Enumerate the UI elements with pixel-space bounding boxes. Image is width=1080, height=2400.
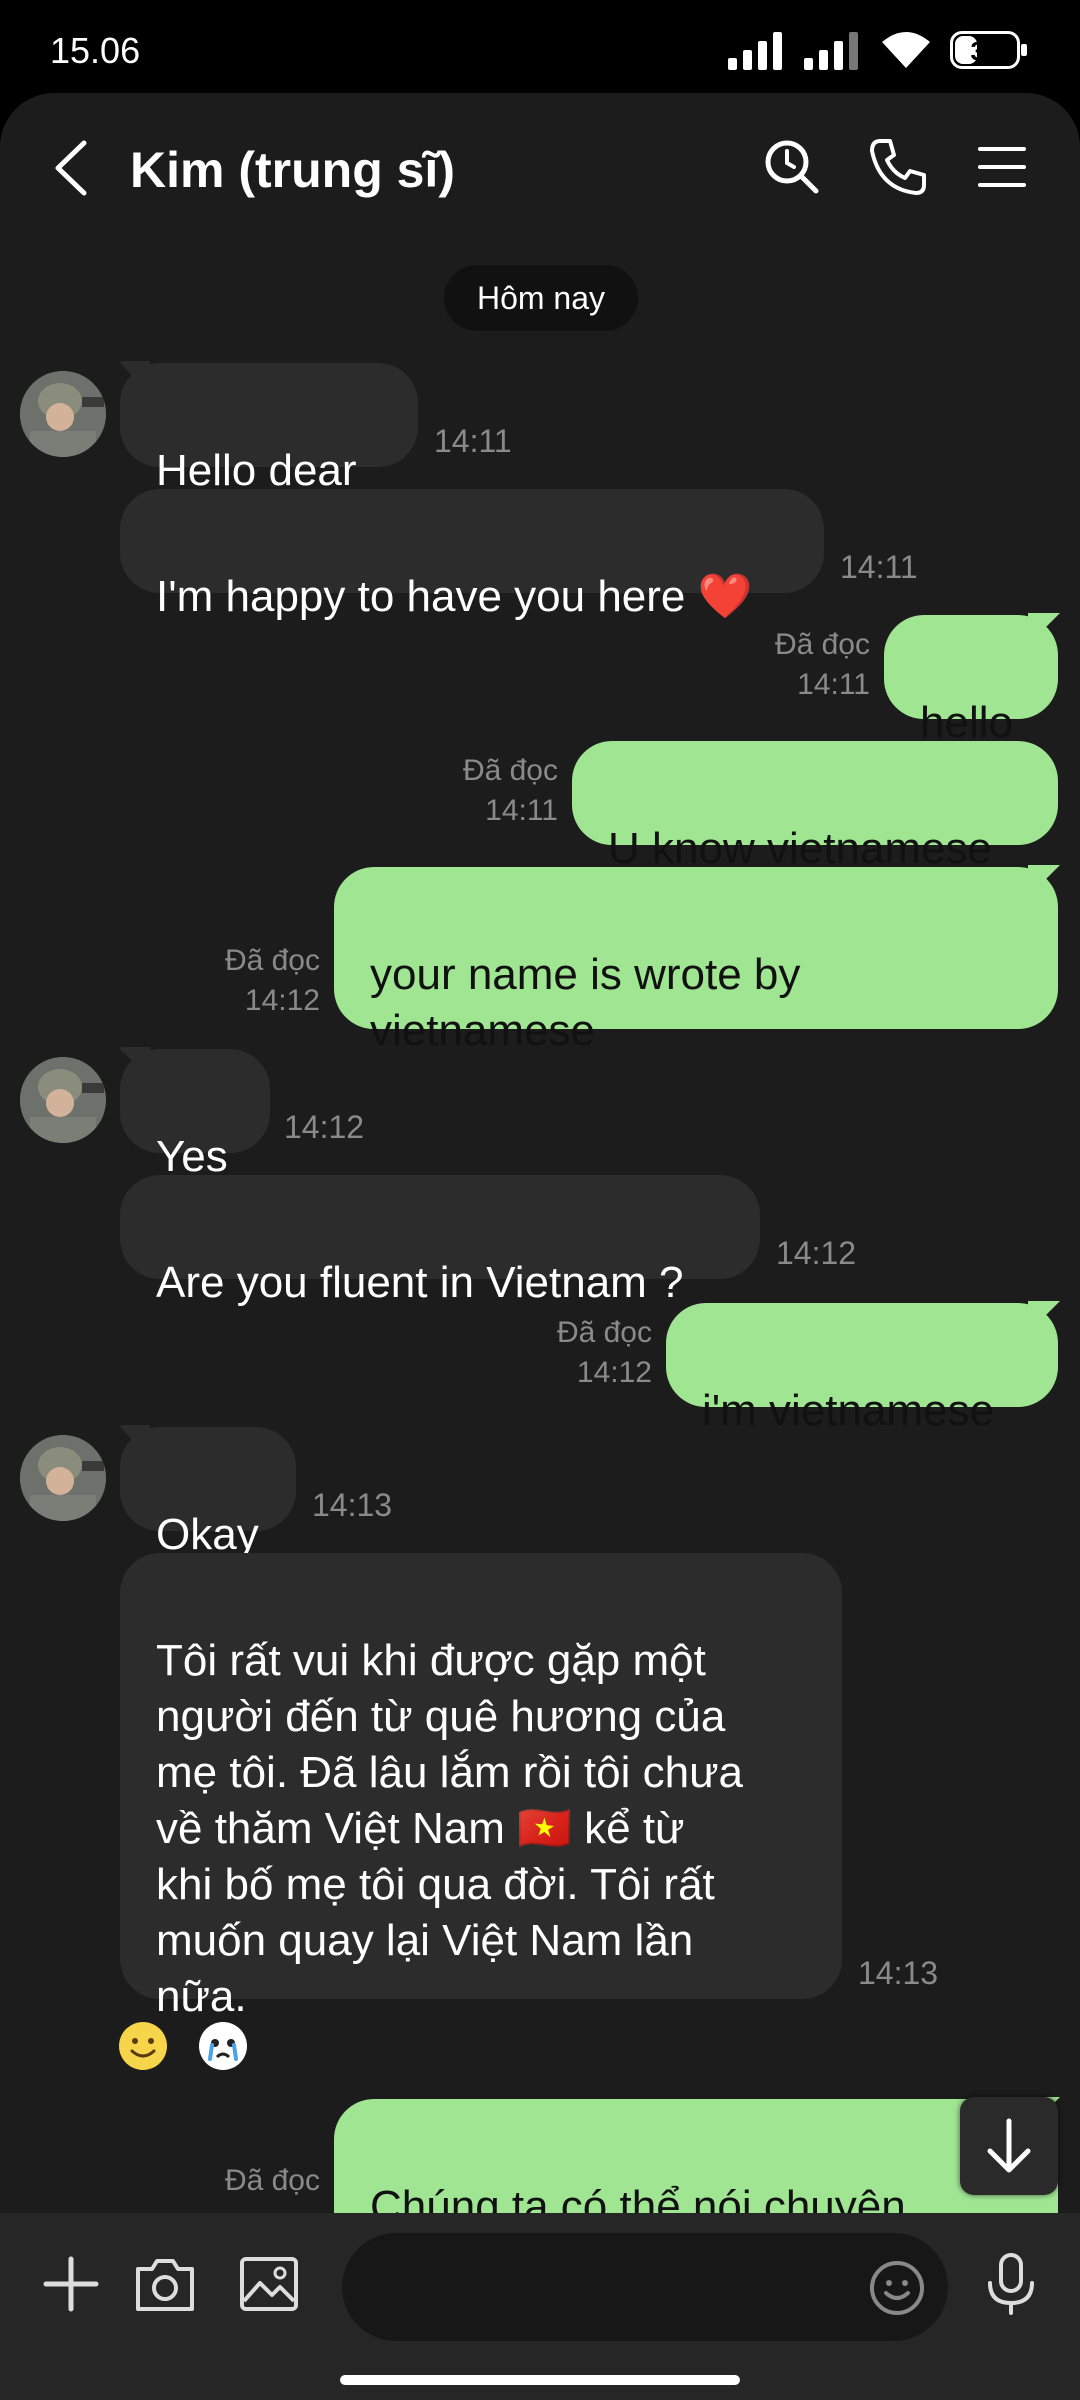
message-time: 14:13 — [312, 1487, 393, 1523]
message-bubble-outgoing[interactable]: your name is wrote by vietnamese — [334, 867, 1058, 1055]
contact-name: Kim (trung sĩ) — [130, 142, 455, 198]
phone-icon — [870, 139, 926, 195]
chat-header: Kim (trung sĩ) — [0, 93, 1080, 243]
message-bubble-incoming[interactable]: Are you fluent in Vietnam ? — [120, 1175, 760, 1307]
message-text: Hello dear — [156, 446, 357, 495]
microphone-icon — [988, 2253, 1034, 2315]
back-arrow-icon — [55, 140, 87, 196]
scroll-to-bottom-button[interactable] — [960, 2097, 1058, 2195]
gallery-button[interactable] — [234, 2249, 304, 2319]
message-input-bar — [0, 2213, 1080, 2400]
back-button[interactable] — [48, 137, 98, 199]
message-bubble-outgoing[interactable]: Chúng ta có thể nói chuyện bằng tiếng vi… — [334, 2099, 1058, 2213]
message-time: 14:12 — [776, 1235, 857, 1271]
message-bubble-outgoing[interactable]: U know vietnamese — [572, 741, 1058, 873]
message-text: hello — [920, 698, 1013, 747]
contact-avatar[interactable] — [20, 1435, 106, 1521]
contact-avatar[interactable] — [20, 371, 106, 457]
message-text: U know vietnamese — [608, 824, 992, 873]
message-bubble-outgoing[interactable]: hello — [884, 615, 1058, 747]
camera-icon — [136, 2259, 194, 2311]
soldier-avatar-icon — [20, 1435, 106, 1521]
menu-button[interactable] — [970, 135, 1034, 199]
read-receipt: Đã đọc 14:11 — [774, 628, 870, 701]
date-separator: Hôm nay — [444, 265, 638, 331]
soldier-avatar-icon — [20, 371, 106, 457]
message-text: Okay — [156, 1510, 259, 1559]
signal-icon — [804, 32, 858, 70]
home-indicator[interactable] — [340, 2375, 740, 2385]
message-time: 14:11 — [840, 549, 918, 585]
signal-icon — [728, 32, 782, 70]
message-text: I'm happy to have you here ❤️ — [156, 572, 753, 621]
battery-level: 35 — [970, 36, 1000, 66]
message-bubble-incoming[interactable]: Okay — [120, 1427, 296, 1559]
message-bubble-incoming[interactable]: Tôi rất vui khi được gặp một người đến t… — [120, 1553, 842, 2021]
message-text: Chúng ta có thể nói chuyện bằng tiếng vi… — [370, 2182, 906, 2213]
call-button[interactable] — [866, 135, 930, 199]
smile-emoji-icon[interactable] — [118, 2021, 168, 2071]
camera-button[interactable] — [130, 2249, 200, 2319]
soldier-avatar-icon — [20, 1057, 106, 1143]
message-time: 14:13 — [858, 1955, 939, 1991]
read-receipt: Đã đọc — [224, 2164, 320, 2197]
arrow-down-icon — [987, 2118, 1031, 2173]
read-receipt: Đã đọc 14:11 — [462, 754, 558, 827]
menu-icon — [978, 147, 1026, 187]
crying-sticker-icon[interactable] — [198, 2021, 248, 2071]
message-text: Are you fluent in Vietnam ? — [156, 1258, 684, 1307]
message-list[interactable]: Hôm nay Hello dear 14:11 I'm happy to ha… — [0, 243, 1080, 2213]
message-bubble-incoming[interactable]: Yes — [120, 1049, 270, 1181]
message-text: Yes — [156, 1132, 228, 1181]
contact-avatar[interactable] — [20, 1057, 106, 1143]
message-time: 14:12 — [284, 1109, 365, 1145]
chat-screen: Kim (trung sĩ) Hôm nay Hello dear 14:11 … — [0, 93, 1080, 2400]
message-text: your name is wrote by vietnamese — [370, 950, 801, 1055]
wifi-icon — [882, 32, 930, 68]
voice-button[interactable] — [976, 2249, 1046, 2319]
message-bubble-incoming[interactable]: I'm happy to have you here ❤️ — [120, 489, 824, 621]
emoji-icon — [870, 2261, 924, 2315]
battery-icon: 35 — [950, 31, 1027, 69]
message-input[interactable] — [342, 2233, 948, 2341]
message-time: 14:11 — [434, 423, 512, 459]
read-receipt: Đã đọc 14:12 — [556, 1316, 652, 1389]
status-icons: 35 — [728, 30, 1027, 70]
status-time: 15.06 — [50, 30, 141, 71]
plus-icon — [43, 2256, 99, 2312]
message-text: i'm vietnamese — [702, 1386, 995, 1435]
message-bubble-incoming[interactable]: Hello dear — [120, 363, 418, 495]
status-bar: 15.06 35 — [0, 0, 1080, 100]
emoji-button[interactable] — [868, 2259, 926, 2317]
gallery-icon — [240, 2257, 298, 2311]
message-bubble-outgoing[interactable]: i'm vietnamese — [666, 1303, 1058, 1435]
attach-button[interactable] — [36, 2249, 106, 2319]
read-receipt: Đã đọc 14:12 — [224, 944, 320, 1017]
search-icon — [765, 140, 819, 194]
search-button[interactable] — [760, 135, 824, 199]
message-text: Tôi rất vui khi được gặp một người đến t… — [156, 1636, 744, 2021]
